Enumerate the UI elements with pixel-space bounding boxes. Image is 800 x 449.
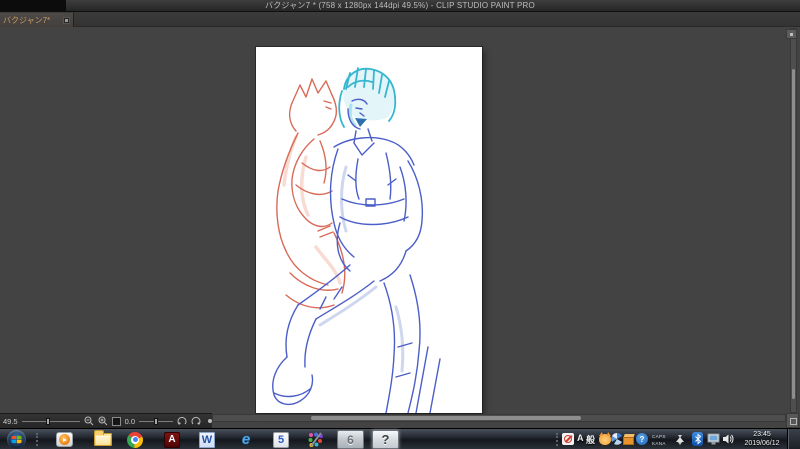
five-app-icon: 5 xyxy=(273,431,289,448)
zoom-out-icon[interactable] xyxy=(84,416,94,426)
six-app-icon: 6 xyxy=(347,432,354,447)
horizontal-scrollbar[interactable] xyxy=(212,414,786,422)
taskbar-item-six-app[interactable]: 6 xyxy=(337,430,364,449)
tab-close-icon[interactable] xyxy=(63,16,70,24)
navigation-status-bar: 49.5 0.0 xyxy=(0,413,215,428)
tray-help-app[interactable]: ? xyxy=(636,433,648,445)
paint-tool-icon xyxy=(308,432,323,447)
sketch-artwork xyxy=(272,67,441,413)
windows-flag-icon xyxy=(11,435,22,444)
tray-box-app[interactable] xyxy=(623,434,635,445)
tray-cat-app[interactable] xyxy=(599,432,611,445)
ime-general-icon: 般 xyxy=(586,435,596,445)
taskbar-item-paint-tool[interactable] xyxy=(304,431,326,448)
taskbar-item-five-app[interactable]: 5 xyxy=(270,431,292,448)
cat-app-icon xyxy=(599,432,611,445)
taskbar-item-media-player[interactable] xyxy=(53,431,75,448)
taskbar-item-explorer[interactable] xyxy=(92,430,114,448)
ime-input-mode[interactable]: A xyxy=(577,433,584,443)
document-tab[interactable]: バクジャン7* xyxy=(0,13,74,27)
taskbar-separator xyxy=(36,433,38,446)
security-app-icon xyxy=(562,433,574,445)
tray-pinwheel-app[interactable] xyxy=(611,433,623,445)
ime-alpha-icon: A xyxy=(577,433,584,443)
scrollbar-corner-button[interactable] xyxy=(786,413,799,428)
vertical-scrollbar-thumb[interactable] xyxy=(792,69,795,399)
reset-view-icon[interactable] xyxy=(205,416,215,426)
tray-device-monitor[interactable] xyxy=(707,433,721,446)
rotation-slider[interactable] xyxy=(139,417,174,426)
tray-separator xyxy=(556,433,558,446)
tray-security-app[interactable] xyxy=(562,433,574,445)
taskbar-item-acrobat[interactable]: A xyxy=(161,431,183,448)
fit-screen-icon[interactable] xyxy=(111,416,121,426)
zoom-value: 49.5 xyxy=(3,416,18,426)
zoom-slider[interactable] xyxy=(21,417,80,426)
folder-icon xyxy=(94,430,112,446)
taskbar-clock[interactable]: 23:45 2019/06/12 xyxy=(737,431,787,448)
zoom-in-icon[interactable] xyxy=(98,416,108,426)
title-bar: バクジャン7 * (758 x 1280px 144dpi 49.5%) - C… xyxy=(0,0,800,11)
chrome-icon xyxy=(127,431,143,448)
bluetooth-icon xyxy=(692,432,703,446)
start-button[interactable] xyxy=(7,430,26,449)
help-icon: ? xyxy=(636,433,648,445)
chevron-up-icon xyxy=(676,437,684,442)
show-desktop-button[interactable] xyxy=(787,429,800,449)
kana-indicator: KANA xyxy=(652,440,666,446)
speaker-icon xyxy=(723,434,734,444)
internet-explorer-icon: e xyxy=(241,431,251,448)
rotate-left-icon[interactable] xyxy=(177,416,187,426)
drawing-canvas[interactable] xyxy=(256,47,482,413)
pinwheel-icon xyxy=(611,433,622,445)
clock-date: 2019/06/12 xyxy=(744,439,780,447)
windows-taskbar: A W e 5 6 ? A 般 ? CAPS KANA 23:45 2019/0… xyxy=(0,428,800,449)
acrobat-icon: A xyxy=(164,431,180,448)
tray-bluetooth[interactable] xyxy=(692,432,703,446)
device-monitor-icon xyxy=(707,433,720,445)
taskbar-item-internet-explorer[interactable]: e xyxy=(235,431,257,448)
ime-conversion-mode[interactable]: 般 xyxy=(586,433,595,446)
document-tab-label: バクジャン7* xyxy=(3,15,51,25)
show-hidden-icons[interactable] xyxy=(676,437,684,442)
horizontal-scrollbar-thumb[interactable] xyxy=(311,416,581,420)
taskbar-item-word[interactable]: W xyxy=(196,431,218,448)
vertical-scrollbar[interactable] xyxy=(790,28,797,413)
window-title: バクジャン7 * (758 x 1280px 144dpi 49.5%) - C… xyxy=(265,1,535,10)
tray-volume[interactable] xyxy=(722,433,735,445)
document-tab-bar: バクジャン7* xyxy=(0,11,800,27)
clock-time: 23:45 xyxy=(753,431,771,438)
word-icon: W xyxy=(199,431,215,448)
rotation-value: 0.0 xyxy=(124,416,136,426)
rotate-right-icon[interactable] xyxy=(191,416,201,426)
taskbar-item-chrome[interactable] xyxy=(124,431,146,448)
scrollbar-top-button[interactable] xyxy=(786,29,797,39)
desktop-screen: バクジャン7 * (758 x 1280px 144dpi 49.5%) - C… xyxy=(0,0,800,449)
box-app-icon xyxy=(623,434,635,445)
clip-studio-icon: ? xyxy=(381,432,390,447)
caps-indicator: CAPS xyxy=(652,433,666,439)
media-player-icon xyxy=(55,432,73,447)
taskbar-item-clip-studio[interactable]: ? xyxy=(372,430,399,449)
